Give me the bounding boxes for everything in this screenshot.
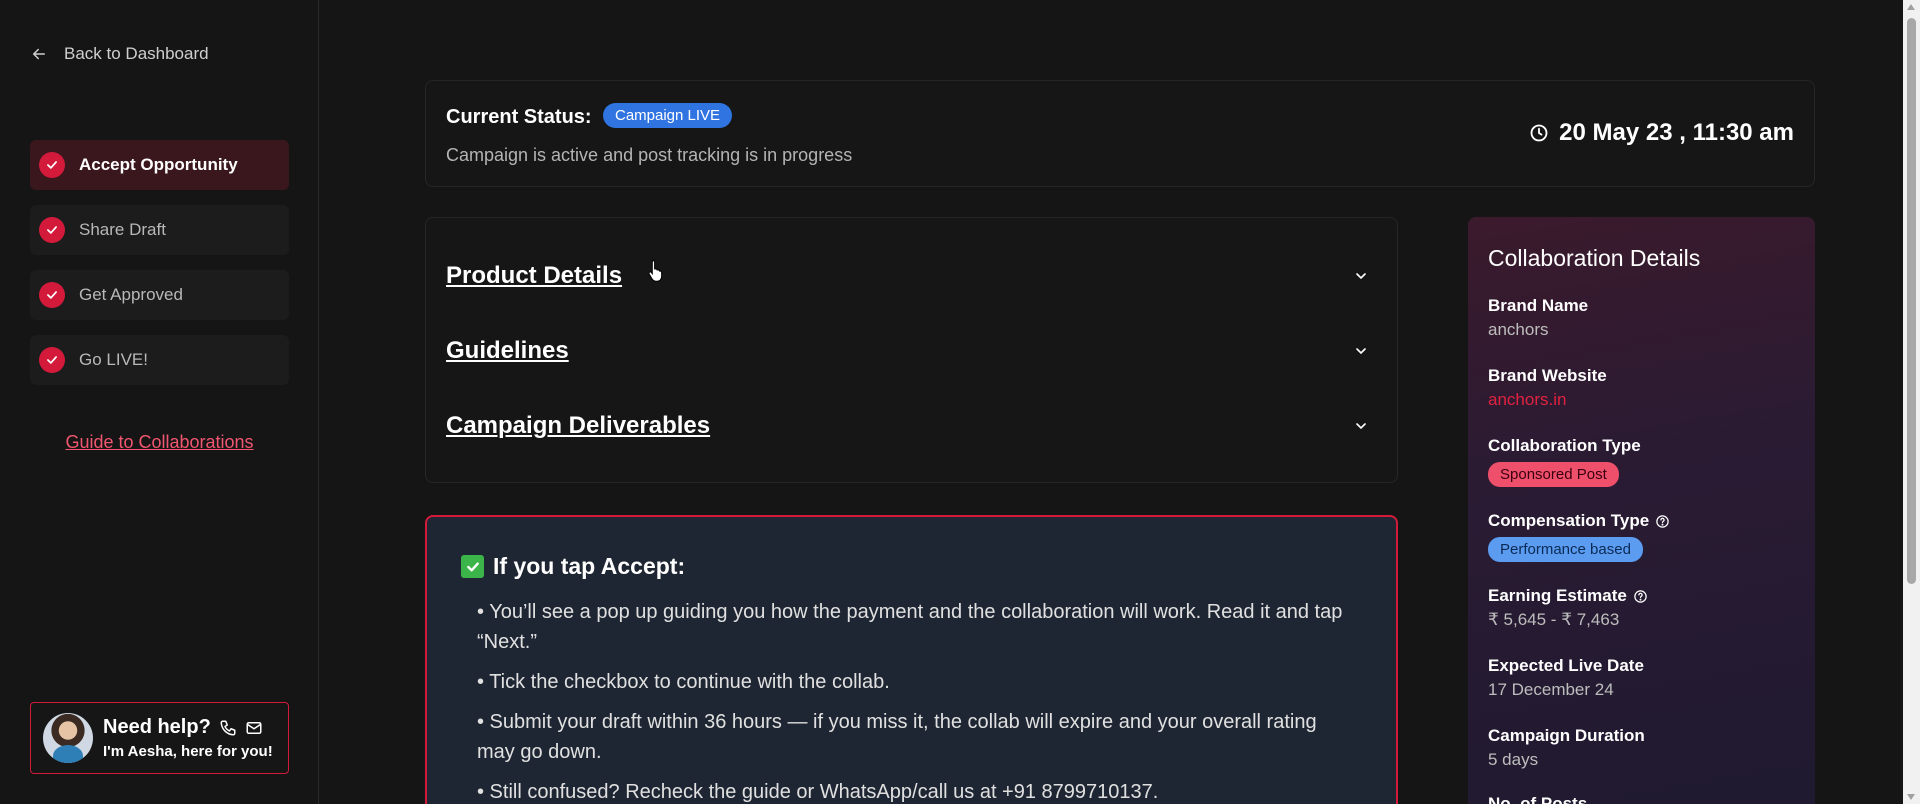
collaboration-details-panel: Collaboration Details Brand Name anchors… xyxy=(1468,217,1815,804)
field-value: ₹ 5,645 - ₹ 7,463 xyxy=(1488,610,1620,629)
help-title-row: Need help? xyxy=(103,716,273,739)
step-label: Accept Opportunity xyxy=(79,155,238,174)
accept-instructions: • You’ll see a pop up guiding you how th… xyxy=(477,597,1347,804)
scroll-up-arrow-icon[interactable] xyxy=(1907,4,1915,10)
chevron-down-icon xyxy=(1356,423,1366,430)
field-value: anchors xyxy=(1488,320,1549,339)
field-label: Earning Estimate xyxy=(1488,586,1627,605)
collaboration-details-title: Collaboration Details xyxy=(1488,245,1701,271)
avatar xyxy=(43,713,93,763)
chevron-down-icon xyxy=(1356,348,1366,355)
expected-live-date-field: Expected Live Date 17 December 24 xyxy=(1488,656,1644,700)
accept-heading-row: If you tap Accept: xyxy=(461,553,685,580)
field-label: Brand Name xyxy=(1488,296,1589,315)
help-title: Need help? xyxy=(103,716,211,738)
step-label: Get Approved xyxy=(79,285,183,304)
step-get-approved[interactable]: Get Approved xyxy=(30,270,289,320)
field-label-row: Earning Estimate xyxy=(1488,586,1648,606)
brand-website-field: Brand Website anchors.in xyxy=(1488,366,1607,410)
brand-name-field: Brand Name anchors xyxy=(1488,296,1588,340)
vertical-scrollbar[interactable] xyxy=(1903,0,1920,804)
check-circle-icon xyxy=(39,152,65,178)
brand-website-link[interactable]: anchors.in xyxy=(1488,390,1607,410)
step-list: Accept Opportunity Share Draft Get Appro… xyxy=(30,140,289,400)
help-subtitle: I'm Aesha, here for you! xyxy=(103,743,273,760)
hand-cursor-icon xyxy=(648,260,663,282)
check-box-icon xyxy=(461,555,484,578)
need-help-widget[interactable]: Need help? I'm Aesha, here for you! xyxy=(30,702,289,774)
list-item: • Tick the checkbox to continue with the… xyxy=(477,671,890,693)
field-label: Expected Live Date xyxy=(1488,656,1644,675)
list-item: • Still confused? Recheck the guide or W… xyxy=(477,781,1159,803)
scroll-down-arrow-icon[interactable] xyxy=(1907,794,1915,800)
back-label: Back to Dashboard xyxy=(64,44,209,63)
step-share-draft[interactable]: Share Draft xyxy=(30,205,289,255)
accordion-campaign-deliverables[interactable]: Campaign Deliverables xyxy=(446,406,1377,446)
step-label: Share Draft xyxy=(79,220,166,239)
chevron-down-icon xyxy=(1356,273,1366,280)
step-accept-opportunity[interactable]: Accept Opportunity xyxy=(30,140,289,190)
scrollbar-thumb[interactable] xyxy=(1907,18,1916,584)
status-badge: Campaign LIVE xyxy=(603,103,733,128)
field-label: Brand Website xyxy=(1488,366,1607,385)
collab-type-badge: Sponsored Post xyxy=(1488,462,1619,487)
collaboration-type-field: Collaboration Type Sponsored Post xyxy=(1488,436,1641,487)
compensation-type-field: Compensation Type Performance based xyxy=(1488,511,1670,562)
accordion-product-details[interactable]: Product Details xyxy=(446,256,1377,296)
mail-icon[interactable] xyxy=(245,719,263,737)
earning-estimate-field: Earning Estimate ₹ 5,645 - ₹ 7,463 xyxy=(1488,586,1648,630)
details-accordion: Product Details Guidelines Campaign Deli… xyxy=(425,217,1398,483)
help-circle-icon[interactable] xyxy=(1655,514,1670,529)
sidebar: Back to Dashboard Accept Opportunity Sha… xyxy=(0,0,319,804)
arrow-left-icon xyxy=(32,48,45,60)
guide-to-collaborations-link[interactable]: Guide to Collaborations xyxy=(0,432,319,453)
field-label: Collaboration Type xyxy=(1488,436,1641,455)
accordion-title: Product Details xyxy=(446,262,623,289)
list-item: • Submit your draft within 36 hours — if… xyxy=(477,711,1317,763)
campaign-duration-field: Campaign Duration 5 days xyxy=(1488,726,1645,770)
accordion-title: Campaign Deliverables xyxy=(446,412,711,439)
step-go-live[interactable]: Go LIVE! xyxy=(30,335,289,385)
help-circle-icon[interactable] xyxy=(1633,589,1648,604)
field-label: No. of Posts xyxy=(1488,794,1588,804)
status-label: Current Status: xyxy=(446,106,592,128)
field-label: Compensation Type xyxy=(1488,511,1650,530)
phone-icon[interactable] xyxy=(219,719,237,737)
check-circle-icon xyxy=(39,282,65,308)
list-item: • You’ll see a pop up guiding you how th… xyxy=(477,601,1343,653)
status-description: Campaign is active and post tracking is … xyxy=(446,145,853,165)
status-datetime: 20 May 23 , 11:30 am xyxy=(1529,119,1794,147)
field-label: Campaign Duration xyxy=(1488,726,1645,745)
compensation-type-badge: Performance based xyxy=(1488,537,1643,562)
check-circle-icon xyxy=(39,347,65,373)
number-of-posts-field: No. of Posts xyxy=(1488,794,1587,804)
check-circle-icon xyxy=(39,217,65,243)
step-label: Go LIVE! xyxy=(79,350,148,369)
accordion-guidelines[interactable]: Guidelines xyxy=(446,331,1377,371)
accordion-title: Guidelines xyxy=(446,337,569,364)
field-value: 5 days xyxy=(1488,750,1539,769)
field-label-row: Compensation Type xyxy=(1488,511,1670,531)
back-to-dashboard-link[interactable]: Back to Dashboard xyxy=(30,44,209,64)
current-status-card: Current Status: Campaign LIVE Campaign i… xyxy=(425,80,1815,187)
datetime-text: 20 May 23 , 11:30 am xyxy=(1559,119,1794,146)
field-value: 17 December 24 xyxy=(1488,680,1614,699)
clock-icon xyxy=(1530,124,1548,142)
accept-info-box: If you tap Accept: • You’ll see a pop up… xyxy=(425,515,1398,804)
accept-heading: If you tap Accept: xyxy=(493,553,686,579)
